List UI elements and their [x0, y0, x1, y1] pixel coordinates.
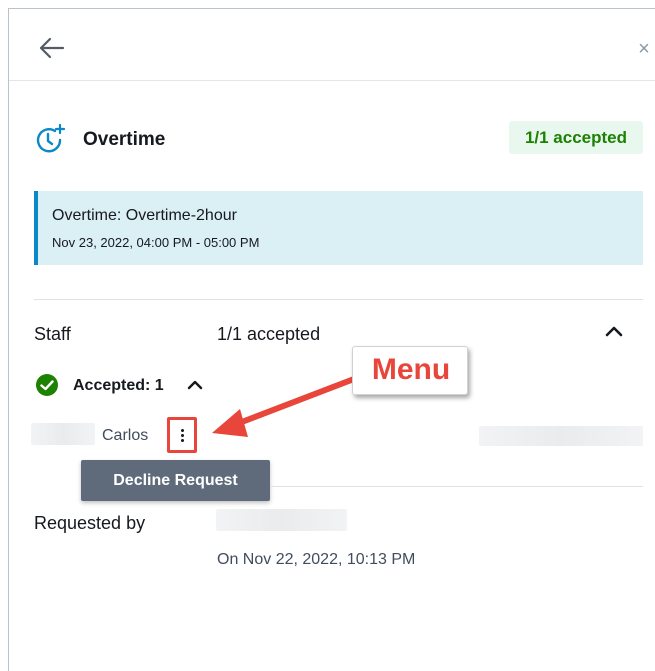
section-divider	[34, 299, 643, 300]
request-detail-panel: × Overtime 1/1 accepted Overtime: Overti…	[8, 8, 655, 671]
requested-by-label: Requested by	[34, 513, 146, 533]
decline-request-menu-item[interactable]: Decline Request	[81, 460, 270, 501]
status-badge: 1/1 accepted	[508, 121, 643, 154]
annotation-callout: Menu	[352, 346, 468, 395]
annotation-arrow-icon	[212, 376, 357, 437]
shift-name: Overtime: Overtime-2hour	[52, 207, 237, 224]
accepted-collapse-button[interactable]	[185, 375, 205, 395]
staff-accepted-count: 1/1 accepted	[217, 324, 321, 344]
request-title-row: Overtime 1/1 accepted	[33, 121, 643, 157]
close-icon: ×	[638, 38, 650, 60]
chevron-up-icon	[187, 380, 203, 390]
redacted-text	[31, 423, 95, 445]
redacted-text	[216, 509, 347, 531]
request-title: Overtime	[83, 129, 166, 150]
staff-collapse-button[interactable]	[603, 321, 625, 343]
chevron-up-icon	[605, 326, 623, 337]
kebab-menu-icon	[181, 429, 184, 444]
accepted-label: Accepted: 1	[73, 377, 164, 394]
shift-time: Nov 23, 2022, 04:00 PM - 05:00 PM	[52, 235, 260, 250]
arrow-left-icon	[39, 37, 65, 59]
close-button[interactable]: ×	[634, 39, 654, 59]
section-divider	[270, 486, 643, 487]
panel-header: ×	[9, 9, 655, 81]
shift-info-box: Overtime: Overtime-2hour Nov 23, 2022, 0…	[34, 191, 643, 265]
staff-member-name: Carlos	[102, 427, 149, 444]
requested-date: On Nov 22, 2022, 10:13 PM	[217, 551, 416, 568]
clock-plus-icon	[36, 123, 66, 153]
callout-label: Menu	[371, 353, 451, 386]
staff-label: Staff	[34, 324, 71, 344]
back-button[interactable]	[35, 31, 69, 65]
redacted-text	[479, 426, 643, 446]
staff-menu-button[interactable]	[167, 417, 197, 453]
check-circle-icon	[36, 374, 58, 396]
